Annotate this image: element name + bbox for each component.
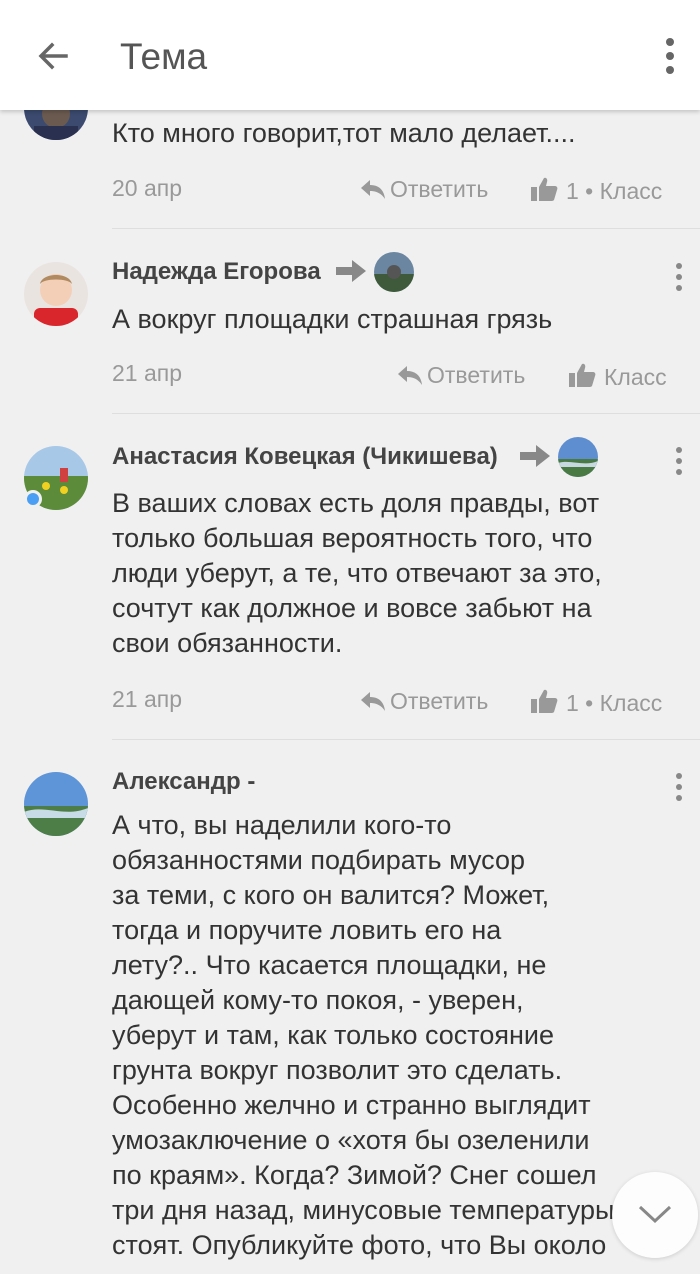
comment-author[interactable]: Анастасия Ковецкая (Чикишева) xyxy=(112,443,498,471)
comment-author[interactable]: Александр - xyxy=(112,768,255,796)
avatar[interactable] xyxy=(24,262,88,326)
comment-list[interactable]: Кто много говорит,тот мало делает.... 20… xyxy=(0,0,700,1274)
reply-label: Ответить xyxy=(390,688,489,714)
klass-label: Класс xyxy=(604,364,667,390)
klass-label: 1 • Класс xyxy=(566,178,663,204)
recipient-avatar[interactable] xyxy=(558,437,598,477)
chevron-down-icon xyxy=(638,1205,672,1224)
reply-icon xyxy=(361,692,385,711)
klass-button[interactable]: Класс xyxy=(568,362,667,391)
klass-label: 1 • Класс xyxy=(566,690,663,716)
klass-button[interactable]: 1 • Класс xyxy=(530,176,662,205)
reply-icon xyxy=(361,180,385,199)
more-options-icon[interactable] xyxy=(672,446,686,476)
reply-button[interactable]: Ответить xyxy=(397,362,525,389)
recipient-avatar[interactable] xyxy=(374,252,414,292)
comment-date: 21 апр xyxy=(112,686,183,712)
reply-label: Ответить xyxy=(427,362,526,388)
comment-text: В ваших словах есть доля правды, вот тол… xyxy=(112,488,602,658)
divider xyxy=(112,228,700,229)
page-title: Тема xyxy=(120,36,208,77)
scroll-down-button[interactable] xyxy=(612,1172,698,1258)
more-vertical-icon[interactable] xyxy=(655,34,685,78)
klass-button[interactable]: 1 • Класс xyxy=(530,688,662,717)
online-indicator xyxy=(24,490,42,508)
reply-label: Ответить xyxy=(390,176,489,202)
reply-icon xyxy=(398,366,422,385)
comment-author[interactable]: Надежда Егорова xyxy=(112,258,321,286)
forward-arrow-icon xyxy=(336,260,366,282)
divider xyxy=(112,413,700,414)
avatar[interactable] xyxy=(24,772,88,836)
reply-button[interactable]: Ответить xyxy=(360,176,488,203)
arrow-left-icon[interactable] xyxy=(30,30,82,82)
thumbs-up-icon xyxy=(569,363,596,387)
forward-arrow-icon xyxy=(520,445,550,467)
comment-text: Кто много говорит,тот мало делает.... xyxy=(112,118,576,148)
comment-text: А что, вы наделили кого-то обязанностями… xyxy=(112,810,615,1274)
more-options-icon[interactable] xyxy=(672,772,686,802)
comment-date: 21 апр xyxy=(112,360,183,386)
thumbs-up-icon xyxy=(531,689,558,713)
app-bar: Тема xyxy=(0,0,700,110)
more-options-icon[interactable] xyxy=(672,262,686,292)
reply-button[interactable]: Ответить xyxy=(360,688,488,715)
divider xyxy=(112,739,700,740)
comment-text: А вокруг площадки страшная грязь xyxy=(112,304,553,334)
thumbs-up-icon xyxy=(531,177,558,201)
comment-date: 20 апр xyxy=(112,175,183,201)
